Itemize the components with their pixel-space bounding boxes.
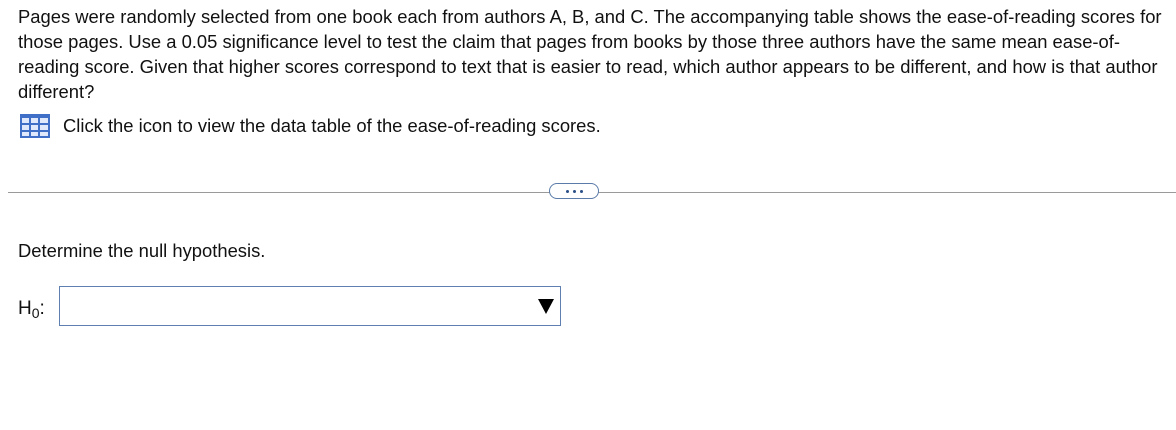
data-table-icon[interactable] (19, 113, 51, 139)
dropdown-arrow-icon[interactable] (533, 288, 559, 324)
hypothesis-symbol: H (18, 298, 32, 319)
step-instruction: Determine the null hypothesis. (18, 240, 266, 261)
data-table-link-text[interactable]: Click the icon to view the data table of… (63, 114, 601, 138)
hypothesis-colon: : (39, 298, 45, 319)
question-text: Pages were randomly selected from one bo… (18, 6, 1162, 102)
null-hypothesis-dropdown[interactable] (59, 286, 561, 326)
more-options-button[interactable] (549, 183, 599, 199)
data-table-link[interactable]: Click the icon to view the data table of… (19, 113, 601, 139)
null-hypothesis-label: H0: (18, 297, 45, 325)
hypothesis-subscript: 0 (31, 305, 40, 321)
ellipsis-icon (564, 189, 585, 193)
